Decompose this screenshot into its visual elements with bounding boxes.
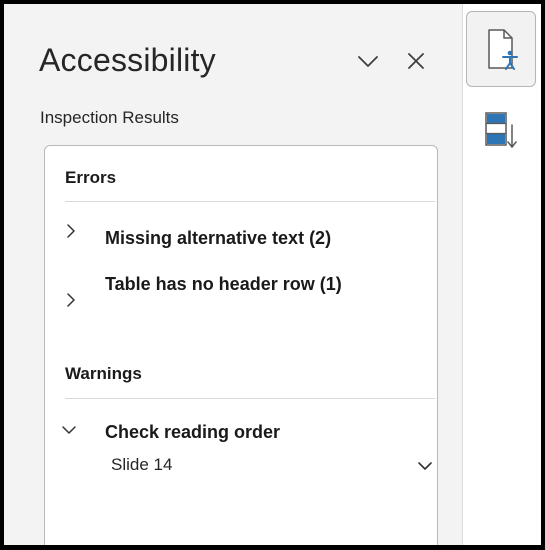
issue-label: Check reading order xyxy=(105,422,281,442)
reading-order-rail-button[interactable] xyxy=(482,109,520,153)
errors-section-header: Errors xyxy=(65,168,117,187)
chevron-down-icon xyxy=(358,56,378,67)
app-frame: Accessibility Inspection Results Errors … xyxy=(4,4,541,545)
issue-label: Missing alternative text (2) xyxy=(105,228,332,248)
issue-label: Table has no header row (1) xyxy=(105,274,342,294)
inspection-results-list: Errors Missing alternative text (2) Tabl… xyxy=(44,145,438,545)
close-icon xyxy=(408,53,424,69)
chevron-down-icon xyxy=(62,426,76,434)
accessibility-pane: Accessibility Inspection Results Errors … xyxy=(4,4,462,545)
slide-label: Slide 14 xyxy=(111,455,173,474)
inspection-results-label: Inspection Results xyxy=(40,108,179,127)
chevron-right-icon xyxy=(67,293,75,307)
chevron-right-icon xyxy=(67,224,75,238)
accessibility-rail-button[interactable] xyxy=(466,11,536,87)
pane-title: Accessibility xyxy=(39,42,216,78)
section-divider xyxy=(65,398,435,399)
section-divider xyxy=(65,201,435,202)
rail-divider xyxy=(462,4,463,545)
pane-close-button[interactable] xyxy=(403,48,429,74)
side-rail xyxy=(462,4,541,545)
reading-order-icon xyxy=(485,112,517,148)
pane-options-button[interactable] xyxy=(355,49,381,75)
accessibility-document-icon xyxy=(488,29,518,70)
chevron-down-icon[interactable] xyxy=(418,459,432,473)
warnings-section-header: Warnings xyxy=(65,364,142,383)
